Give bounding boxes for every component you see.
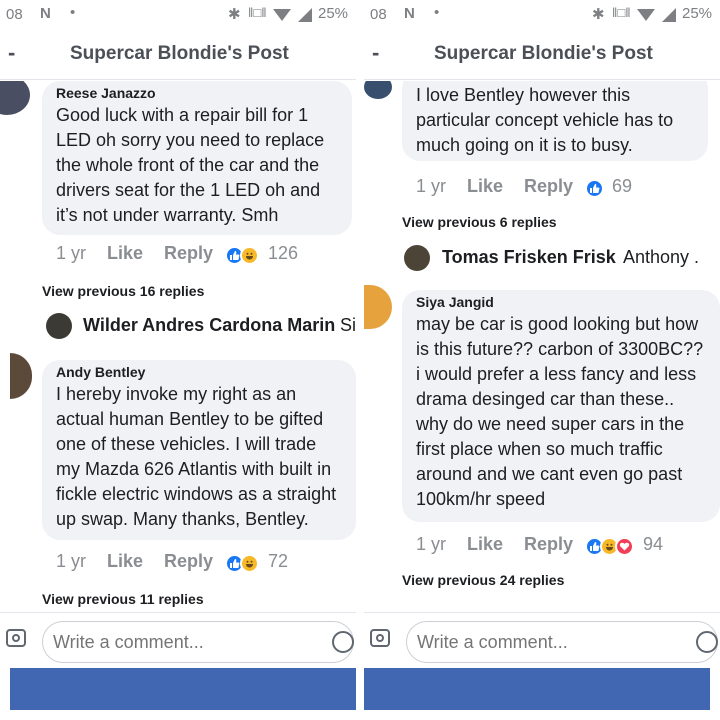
battery-level: 25% (682, 5, 713, 22)
reaction-count[interactable]: 69 (612, 176, 632, 197)
notification-n-icon: N (404, 5, 415, 22)
wifi-icon (637, 9, 655, 21)
comment-time: 1 yr (56, 551, 87, 571)
reply-button[interactable]: Reply (524, 176, 573, 197)
haha-reaction-icon (240, 246, 259, 265)
battery-level: 25% (318, 5, 349, 22)
avatar[interactable] (364, 81, 392, 99)
wifi-icon (273, 9, 291, 21)
camera-icon[interactable] (370, 629, 390, 647)
view-previous-replies-link[interactable]: View previous 24 replies (402, 572, 564, 588)
reply-button[interactable]: Reply (164, 243, 213, 264)
emoji-icon[interactable] (332, 631, 354, 653)
comment-time: 1 yr (416, 534, 447, 554)
divider (356, 0, 364, 720)
like-button[interactable]: Like (467, 534, 503, 555)
post-header: - Supercar Blondie's Post (364, 30, 720, 80)
back-button[interactable]: - (372, 40, 379, 66)
haha-reaction-icon (240, 554, 259, 573)
comment-text: I hereby invoke my right as an actual hu… (56, 384, 337, 529)
vibrate-icon: ‖□‖ (612, 5, 631, 20)
reply-preview[interactable]: Wilder Andres Cardona Marin Si (46, 311, 356, 341)
reply-mention: Si (340, 315, 356, 335)
comment-text: Good luck with a repair bill for 1 LED o… (56, 105, 325, 225)
reply-author-name[interactable]: Wilder Andres Cardona Marin (83, 315, 335, 336)
comment-bubble: I love Bentley however this particular c… (402, 81, 708, 161)
status-bar: 08 N • ✱ ‖□‖ 25% (0, 0, 356, 30)
avatar[interactable] (404, 245, 430, 271)
view-previous-replies-link[interactable]: View previous 16 replies (42, 283, 204, 299)
bottom-bar (364, 668, 710, 710)
reply-preview[interactable]: Tomas Frisken Frisk Anthony . (404, 243, 720, 273)
reaction-icons[interactable] (585, 537, 639, 557)
reply-author-name[interactable]: Tomas Frisken Frisk (442, 247, 616, 268)
signal-icon (298, 8, 312, 22)
signal-icon (662, 8, 676, 22)
commenter-name[interactable]: Andy Bentley (56, 364, 342, 380)
comment-bubble: Siya Jangid may be car is good looking b… (402, 290, 720, 522)
comment-bubble: Reese Janazzo Good luck with a repair bi… (42, 81, 352, 235)
back-button[interactable]: - (8, 40, 15, 66)
comment-composer (364, 612, 720, 668)
like-button[interactable]: Like (107, 243, 143, 264)
notification-n-icon: N (40, 5, 51, 22)
comments-list[interactable]: Reese Janazzo Good luck with a repair bi… (0, 81, 356, 611)
notification-dot-icon: • (434, 4, 440, 21)
comment-text: may be car is good looking but how is th… (416, 314, 704, 509)
page-title: Supercar Blondie's Post (70, 43, 289, 64)
reaction-count[interactable]: 94 (643, 534, 663, 555)
vibrate-icon: ‖□‖ (248, 5, 267, 20)
comment-actions: 1 yr Like Reply 94 (416, 534, 706, 560)
like-button[interactable]: Like (467, 176, 503, 197)
commenter-name[interactable]: Reese Janazzo (56, 85, 338, 101)
right-screenshot: 08 N • ✱ ‖□‖ 25% - Supercar Blondie's Po… (364, 0, 720, 720)
comment-input[interactable] (42, 621, 354, 663)
reaction-icons[interactable] (225, 246, 265, 266)
comment-time: 1 yr (416, 176, 447, 196)
notification-dot-icon: • (70, 4, 76, 21)
reaction-count[interactable]: 126 (268, 243, 298, 264)
reply-button[interactable]: Reply (164, 551, 213, 572)
view-previous-replies-link[interactable]: View previous 11 replies (42, 591, 204, 607)
reply-mention: Anthony . (623, 247, 700, 267)
page-title: Supercar Blondie's Post (434, 43, 653, 64)
view-previous-replies-link[interactable]: View previous 6 replies (402, 214, 557, 230)
emoji-icon[interactable] (696, 631, 718, 653)
reply-button[interactable]: Reply (524, 534, 573, 555)
left-screenshot: 08 N • ✱ ‖□‖ 25% - Supercar Blondie's Po… (0, 0, 356, 720)
like-button[interactable]: Like (107, 551, 143, 572)
status-time: 08 (6, 6, 23, 23)
comment-actions: 1 yr Like Reply 69 (416, 176, 706, 202)
bluetooth-icon: ✱ (228, 6, 241, 23)
status-time: 08 (370, 6, 387, 23)
status-bar: 08 N • ✱ ‖□‖ 25% (364, 0, 720, 30)
comment-time: 1 yr (56, 243, 87, 263)
commenter-name[interactable]: Siya Jangid (416, 294, 706, 310)
comment-actions: 1 yr Like Reply 126 (56, 243, 352, 269)
reaction-icons[interactable] (225, 554, 265, 574)
camera-icon[interactable] (6, 629, 26, 647)
comment-bubble: Andy Bentley I hereby invoke my right as… (42, 360, 356, 540)
reaction-icons[interactable] (585, 179, 607, 199)
avatar[interactable] (46, 313, 72, 339)
comment-actions: 1 yr Like Reply 72 (56, 551, 352, 577)
post-header: - Supercar Blondie's Post (0, 30, 356, 80)
avatar[interactable] (10, 353, 32, 399)
like-reaction-icon (585, 179, 604, 198)
comment-composer (0, 612, 356, 668)
comment-text: I love Bentley however this particular c… (416, 85, 674, 155)
avatar[interactable] (0, 81, 30, 115)
comments-list[interactable]: I love Bentley however this particular c… (364, 81, 720, 611)
avatar[interactable] (364, 285, 392, 329)
love-reaction-icon (615, 537, 634, 556)
reaction-count[interactable]: 72 (268, 551, 288, 572)
comment-input[interactable] (406, 621, 718, 663)
bluetooth-icon: ✱ (592, 6, 605, 23)
bottom-bar (10, 668, 356, 710)
